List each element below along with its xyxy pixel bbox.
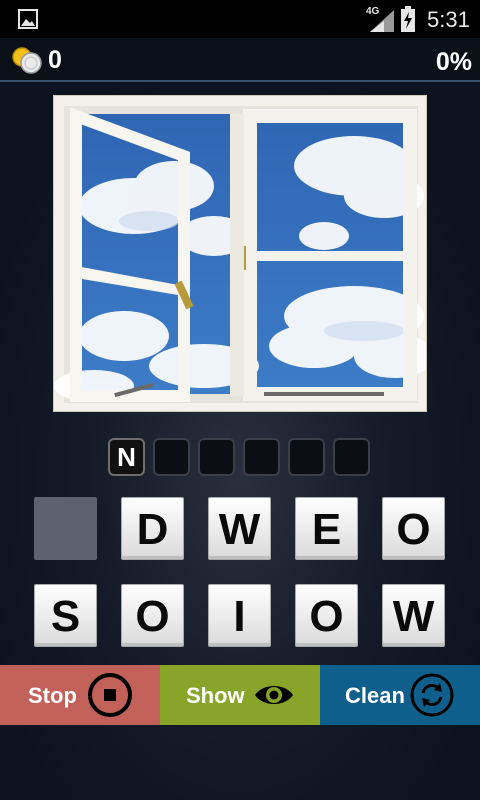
stop-icon (88, 673, 132, 717)
answer-slot-6[interactable] (333, 438, 370, 476)
show-button-label: Show (186, 683, 245, 708)
letter-tile[interactable]: W (382, 584, 445, 647)
coins-icon (12, 47, 42, 74)
eye-icon (255, 686, 293, 704)
letter-tile[interactable]: D (121, 497, 184, 560)
answer-slot-1[interactable]: N (108, 438, 145, 476)
answer-slot-4[interactable] (243, 438, 280, 476)
letter-tile[interactable]: W (208, 497, 271, 560)
refresh-icon (410, 673, 454, 717)
stop-button-label: Stop (28, 683, 77, 708)
answer-slot-2[interactable] (153, 438, 190, 476)
letter-tile[interactable]: I (208, 584, 271, 647)
clean-button-label: Clean (345, 683, 405, 708)
window-image (54, 96, 426, 411)
letter-tile[interactable]: O (295, 584, 358, 647)
battery-charging-icon (401, 6, 415, 32)
puzzle-picture (53, 95, 427, 412)
stop-button[interactable]: Stop (0, 665, 160, 725)
letter-tile[interactable]: O (121, 584, 184, 647)
status-bar: 4G 5:31 (0, 0, 480, 38)
letter-tile[interactable]: S (34, 584, 97, 647)
letter-tile[interactable]: O (382, 497, 445, 560)
signal-icon (370, 10, 394, 32)
game-header: 0 0% (0, 38, 480, 82)
progress-percent: 0% (435, 48, 472, 76)
clean-button[interactable]: Clean (320, 665, 480, 725)
letter-tile-empty (34, 497, 97, 560)
letter-tile[interactable]: E (295, 497, 358, 560)
gallery-notification-icon (18, 9, 38, 29)
coins-count: 0 (48, 46, 62, 74)
answer-slot-5[interactable] (288, 438, 325, 476)
clock: 5:31 (427, 7, 470, 32)
answer-slot-3[interactable] (198, 438, 235, 476)
show-button[interactable]: Show (160, 665, 320, 725)
